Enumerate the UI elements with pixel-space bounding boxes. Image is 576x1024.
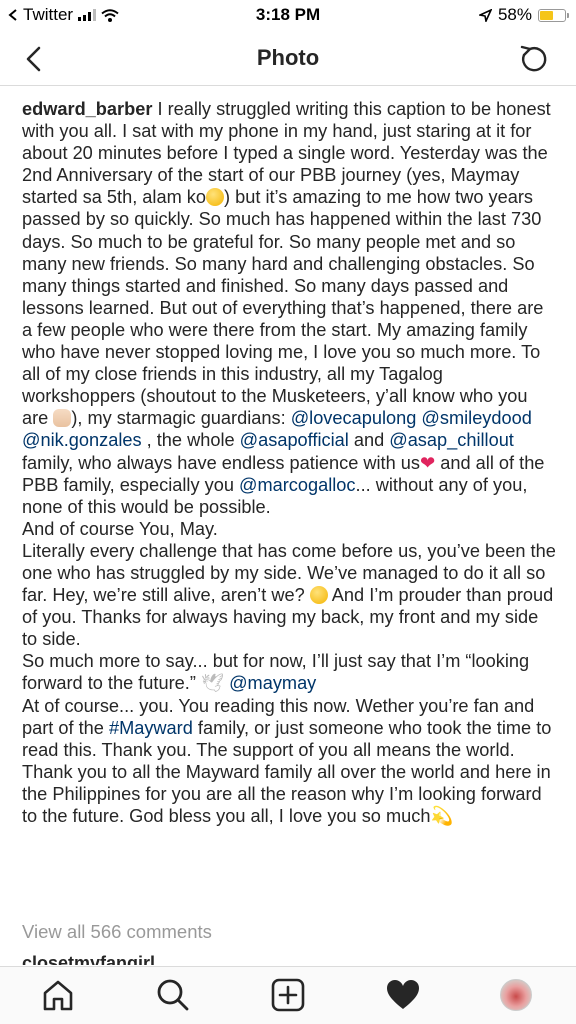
activity-heart-icon bbox=[387, 980, 419, 1009]
caption-paragraph: So much more to say... but for now, I’ll… bbox=[22, 650, 558, 694]
caption-text: and bbox=[348, 430, 390, 451]
refresh-icon bbox=[520, 45, 547, 72]
mention-link[interactable]: @smileydood bbox=[421, 408, 531, 428]
caption-paragraph: edward_barber I really struggled writing… bbox=[22, 98, 558, 518]
tab-home[interactable] bbox=[40, 977, 76, 1013]
tab-activity[interactable] bbox=[385, 977, 421, 1013]
new-post-icon bbox=[271, 978, 305, 1012]
search-icon bbox=[157, 979, 189, 1011]
profile-avatar[interactable] bbox=[500, 979, 532, 1011]
dizzy-icon: 💫 bbox=[430, 806, 454, 826]
battery-icon bbox=[538, 8, 569, 22]
view-all-comments-link[interactable]: View all 566 comments bbox=[22, 921, 212, 943]
dove-icon: 🕊 bbox=[200, 673, 225, 694]
waving-hand-icon bbox=[53, 409, 72, 428]
hashtag-link[interactable]: #Mayward bbox=[109, 718, 193, 738]
mention-link[interactable]: @lovecapulong bbox=[291, 408, 417, 428]
winking-face-icon bbox=[206, 188, 224, 207]
mention-link[interactable]: @asap_chillout bbox=[389, 430, 514, 450]
location-arrow-icon bbox=[478, 8, 492, 22]
tab-new-post[interactable] bbox=[270, 977, 306, 1013]
home-icon bbox=[43, 980, 73, 1011]
header-bar: Photo bbox=[0, 32, 576, 86]
refresh-button[interactable] bbox=[516, 41, 552, 77]
mention-link[interactable]: @asapofficial bbox=[240, 430, 349, 450]
next-comment-username[interactable]: closetmyfangirl bbox=[22, 953, 442, 965]
mention-link[interactable]: @nik.gonzales bbox=[22, 430, 142, 450]
bottom-tab-bar bbox=[0, 966, 576, 1024]
thinking-face-icon bbox=[309, 586, 328, 605]
caption-paragraph: Literally every challenge that has come … bbox=[22, 540, 558, 650]
tab-search[interactable] bbox=[155, 977, 191, 1013]
caption-text: ), my starmagic guardians: bbox=[71, 408, 291, 429]
red-heart-icon: ❤ bbox=[419, 452, 436, 473]
status-bar: Twitter 3:18 PM 58% bbox=[0, 0, 576, 32]
caption-text: family, who always have endless patience… bbox=[22, 452, 420, 473]
mention-link[interactable]: @marcogalloc bbox=[239, 475, 356, 495]
caption-paragraph: And of course You, May. bbox=[22, 518, 218, 539]
caption-text: , the whole bbox=[141, 430, 240, 451]
status-right: 58% bbox=[478, 5, 569, 25]
caption-text: ) but it’s amazing to me how two years p… bbox=[22, 187, 544, 429]
battery-fill bbox=[540, 10, 553, 20]
post-caption: edward_barber I really struggled writing… bbox=[22, 98, 558, 827]
caption-paragraph: At of course... you. You reading this no… bbox=[22, 695, 558, 828]
page-title: Photo bbox=[256, 45, 320, 70]
mention-link[interactable]: @maymay bbox=[229, 673, 316, 693]
caption-username[interactable]: edward_barber bbox=[22, 99, 152, 119]
battery-percent: 58% bbox=[497, 5, 532, 24]
